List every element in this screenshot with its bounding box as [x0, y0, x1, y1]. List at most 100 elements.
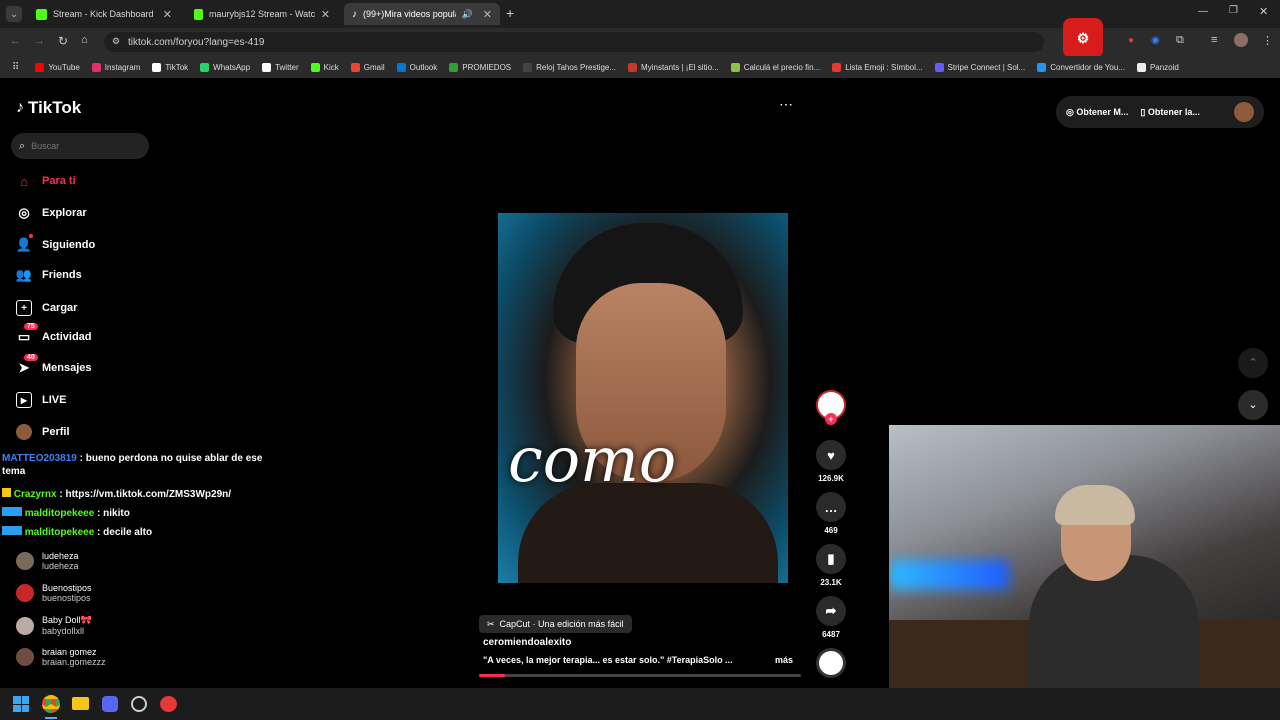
video-progress-track[interactable]	[479, 674, 801, 677]
comment-icon: …	[816, 492, 846, 522]
sound-disc[interactable]	[816, 648, 846, 678]
maximize-button[interactable]: ❐	[1229, 5, 1238, 16]
followed-account[interactable]: braian gomez braian.gomezzz	[16, 647, 106, 667]
bookmark-item[interactable]: Outlook	[396, 62, 437, 72]
file-explorer-icon[interactable]	[72, 697, 89, 710]
webcam-wall-light	[889, 560, 1009, 590]
bookmark-item[interactable]: Stripe Connect | Sol...	[934, 62, 1025, 72]
kick-badge-icon	[2, 488, 11, 497]
nav-siguiendo[interactable]: 👤 Siguiendo	[16, 234, 95, 253]
close-icon[interactable]: ✕	[163, 8, 172, 21]
nav-friends[interactable]: 👥 Friends	[16, 267, 82, 283]
like-button[interactable]: ♥ 126.9K	[816, 440, 846, 483]
windows-start-icon[interactable]	[13, 696, 29, 712]
site-info-icon[interactable]: ⚙	[112, 36, 120, 47]
bookmark-item[interactable]: Lista Emoji : Símbol...	[832, 62, 923, 72]
bookmark-item[interactable]: Twitter	[262, 62, 299, 72]
nav-actividad[interactable]: ▭ 75 Actividad	[16, 323, 92, 345]
save-count: 23.1K	[820, 578, 842, 587]
bookmark-item[interactable]: Calculá el precio fin...	[730, 62, 820, 72]
bookmark-item[interactable]: PROMIEDOS	[449, 62, 511, 72]
kick-icon	[194, 8, 203, 20]
tab-tiktok[interactable]: ♪ (99+)Mira videos populares 🔊 ✕	[344, 3, 500, 25]
bookmark-item[interactable]: Instagram	[91, 62, 140, 72]
share-button[interactable]: ➦ 6487	[816, 596, 846, 639]
more-options-icon[interactable]: ⋯	[779, 96, 793, 113]
tab-kick-dashboard[interactable]: Stream - Kick Dashboard ✕	[28, 3, 180, 25]
nav-mensajes[interactable]: ➤ 40 Mensajes	[16, 354, 92, 376]
avatar	[16, 648, 34, 666]
search-box[interactable]: ⌕	[11, 133, 149, 159]
video-frame[interactable]: como	[498, 213, 788, 583]
bookmark-item[interactable]: Reloj Tahos Prestige...	[523, 62, 617, 72]
bookmark-label: Twitter	[275, 62, 299, 72]
search-input[interactable]	[31, 141, 132, 151]
bookmark-favicon-icon	[152, 62, 162, 72]
more-link[interactable]: más	[775, 655, 793, 665]
bookmark-item[interactable]: Myinstants | ¡El sitio...	[628, 62, 719, 72]
forward-icon[interactable]: →	[34, 35, 45, 47]
followed-account[interactable]: ludeheza ludeheza	[16, 551, 79, 571]
bookmark-item[interactable]: Panzoid	[1136, 62, 1179, 72]
youtube-icon[interactable]	[160, 696, 177, 712]
speaker-icon[interactable]: 🔊	[462, 9, 473, 20]
followed-account[interactable]: Buenostipos buenostipos	[16, 583, 92, 603]
video-progress-fill	[479, 674, 505, 677]
creator-avatar[interactable]: +	[816, 390, 846, 425]
close-window-button[interactable]: ✕	[1259, 5, 1268, 18]
scroll-down-button[interactable]: ⌄	[1238, 390, 1268, 420]
get-app-button[interactable]: ▯ Obtener la...	[1140, 107, 1199, 118]
url-field[interactable]: ⚙ tiktok.com/foryou?lang=es-419	[104, 32, 1044, 52]
bookmark-item[interactable]: YouTube	[35, 62, 80, 72]
reload-icon[interactable]: ↻	[58, 34, 68, 48]
bookmark-favicon-icon	[396, 62, 406, 72]
extension-icon[interactable]: ◉	[1151, 35, 1160, 46]
nav-perfil[interactable]: Perfil	[16, 424, 70, 440]
profile-avatar[interactable]	[1234, 33, 1248, 47]
save-button[interactable]: ▮ 23.1K	[816, 544, 846, 587]
follow-plus-icon[interactable]: +	[825, 413, 837, 425]
extension-logo[interactable]: ⚙	[1063, 18, 1103, 58]
bookmark-favicon-icon	[1136, 62, 1146, 72]
extensions-puzzle-icon[interactable]: ⧉	[1176, 34, 1184, 47]
close-icon[interactable]: ✕	[321, 8, 330, 21]
tiktok-logo[interactable]: ♪ TikTok	[16, 98, 81, 118]
back-icon[interactable]: ←	[10, 35, 21, 47]
chrome-icon[interactable]	[42, 695, 60, 713]
bookmark-item[interactable]: TikTok	[152, 62, 188, 72]
menu-icon[interactable]: ⋮	[1262, 34, 1273, 47]
discord-icon[interactable]	[102, 696, 118, 712]
bookmark-label: Reloj Tahos Prestige...	[536, 62, 617, 72]
user-avatar[interactable]	[1234, 102, 1254, 122]
apps-icon[interactable]: ⠿	[12, 62, 19, 73]
chat-message: malditopekeee : nikito	[2, 507, 130, 520]
home-icon[interactable]: ⌂	[81, 34, 88, 46]
bookmark-item[interactable]: Kick	[310, 62, 339, 72]
bookmark-item[interactable]: Convertidor de You...	[1037, 62, 1125, 72]
nav-cargar[interactable]: + Cargar	[16, 300, 77, 316]
nav-para-ti[interactable]: ⌂ Para ti	[16, 173, 76, 189]
taskbar-active-indicator	[45, 717, 57, 719]
capcut-tag[interactable]: ✂ CapCut · Una edición más fácil	[479, 615, 632, 633]
bookmark-item[interactable]: WhatsApp	[200, 62, 250, 72]
bookmarks-bar: ⠿ YouTube Instagram TikTok WhatsApp Twitter K…	[0, 56, 1280, 78]
nav-live[interactable]: ▶ LIVE	[16, 392, 66, 408]
tab-maurybjs12-stream[interactable]: maurybjs12 Stream - Watch Live ✕	[186, 3, 338, 25]
video-author[interactable]: ceromiendoalexito	[483, 637, 571, 648]
close-icon[interactable]: ✕	[483, 8, 492, 21]
new-tab-button[interactable]: +	[506, 5, 514, 21]
nav-explorar[interactable]: ◎ Explorar	[16, 205, 86, 221]
tab-list-icon[interactable]: ≡	[1211, 34, 1217, 46]
extension-icon[interactable]: ●	[1128, 35, 1134, 46]
tab-search-button[interactable]: ⌄	[6, 6, 22, 22]
like-count: 126.9K	[818, 474, 844, 483]
chat-message: malditopekeee : decile alto	[2, 526, 152, 539]
bookmark-item[interactable]: Gmail	[350, 62, 385, 72]
capcut-icon: ✂	[487, 618, 495, 629]
followed-account[interactable]: Baby Doll🎀 babydollxll	[16, 615, 92, 636]
get-coins-button[interactable]: ◎ Obtener M...	[1066, 107, 1128, 118]
obs-icon[interactable]	[131, 696, 147, 712]
comment-button[interactable]: … 469	[816, 492, 846, 535]
minimize-button[interactable]: —	[1198, 6, 1208, 17]
scroll-up-button[interactable]: ⌃	[1238, 348, 1268, 378]
